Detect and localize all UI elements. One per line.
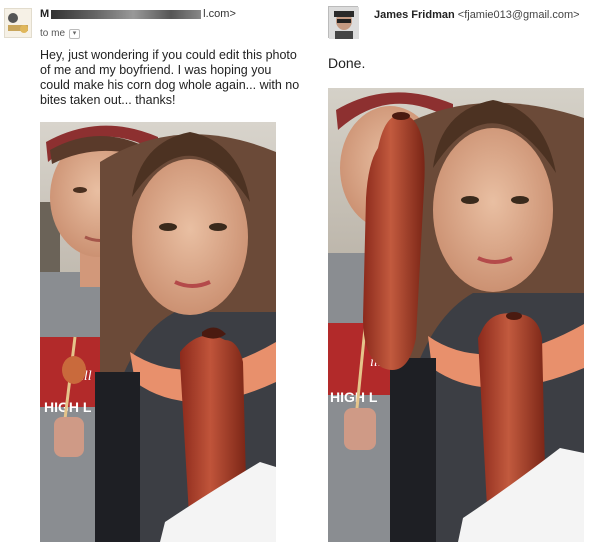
- reply-email-panel: James Fridman <fjamie013@gmail.com> Done…: [318, 0, 609, 545]
- reply-sender-line: James Fridman <fjamie013@gmail.com>: [374, 9, 580, 21]
- sender-email-suffix: l.com>: [203, 8, 236, 20]
- chevron-down-icon[interactable]: ▾: [69, 28, 81, 39]
- recipient-line[interactable]: to me ▾: [40, 28, 81, 39]
- sender-avatar[interactable]: [4, 8, 32, 38]
- reply-sender-email: <fjamie013@gmail.com>: [457, 9, 580, 21]
- sender-name-prefix: M: [40, 8, 50, 20]
- reply-sender-name: James Fridman: [374, 9, 455, 21]
- james-avatar[interactable]: [328, 6, 359, 39]
- reply-message-body: Done.: [328, 55, 366, 71]
- original-photo: HIGH L ill: [40, 122, 276, 542]
- recipient-label: to me: [40, 28, 66, 39]
- edited-photo: HIGH L ill: [328, 88, 584, 542]
- message-body: Hey, just wondering if you could edit th…: [40, 48, 300, 107]
- redacted-sender: [51, 9, 202, 19]
- shirt-text-edited: HIGH L: [330, 389, 378, 405]
- sender-line: Ml.com>: [40, 8, 236, 20]
- original-email-panel: Ml.com> to me ▾ Hey, just wondering if y…: [0, 0, 304, 545]
